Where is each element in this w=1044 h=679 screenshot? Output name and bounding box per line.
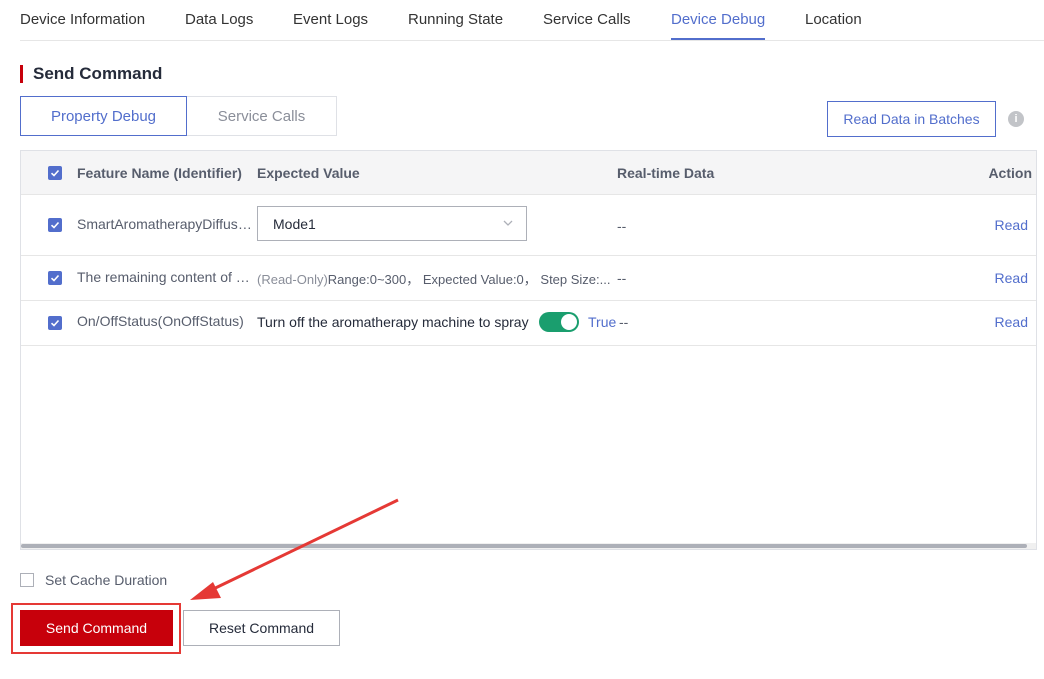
tab-data-logs[interactable]: Data Logs [185,11,253,29]
table-row: On/OffStatus(OnOffStatus) Turn off the a… [21,300,1036,346]
reset-command-button[interactable]: Reset Command [183,610,340,646]
cache-duration-label: Set Cache Duration [45,572,168,588]
subtab-property-debug[interactable]: Property Debug [20,96,187,136]
tab-service-calls[interactable]: Service Calls [543,11,631,29]
header-realtime-data: Real-time Data [617,165,715,181]
annotation-highlight-box [11,603,181,654]
row-checkbox[interactable] [48,271,62,285]
table-row: The remaining content of es... (Read-Onl… [21,255,1036,301]
read-link[interactable]: Read [995,314,1028,330]
check-icon [50,169,60,177]
read-link[interactable]: Read [995,217,1028,233]
top-tabs: Device Information Data Logs Event Logs … [20,0,1044,41]
cache-duration-option[interactable]: Set Cache Duration [20,572,167,588]
mode-select[interactable]: Mode1 [257,206,527,241]
active-tab-indicator [671,38,765,40]
realtime-value: -- [619,314,629,330]
readonly-label: (Read-Only) [257,272,328,287]
row-checkbox[interactable] [48,218,62,232]
header-feature-name: Feature Name (Identifier) [77,165,242,181]
cache-duration-checkbox[interactable] [20,573,34,587]
tab-running-state[interactable]: Running State [408,11,503,29]
toggle-knob [561,314,577,330]
read-link[interactable]: Read [995,270,1028,286]
realtime-value: -- [617,218,627,234]
onoff-toggle[interactable] [539,312,579,332]
tab-device-debug[interactable]: Device Debug [671,11,765,29]
feature-name: On/OffStatus(OnOffStatus) [77,313,244,329]
toggle-description: Turn off the aromatherapy machine to spr… [257,314,529,330]
range-text: Range:0~300， Expected Value:0， Step Size… [327,272,611,287]
check-icon [50,274,60,282]
feature-name: The remaining content of es... [77,269,253,285]
subtab-service-calls[interactable]: Service Calls [187,96,337,136]
section-title: Send Command [33,64,163,83]
check-icon [50,319,60,327]
table-header: Feature Name (Identifier) Expected Value… [21,151,1036,195]
expected-value-readonly: (Read-Only)Range:0~300， Expected Value:0… [257,269,613,288]
header-action: Action [988,165,1032,181]
chevron-down-icon [503,220,513,226]
header-expected-value: Expected Value [257,165,360,181]
section-accent-bar [20,65,23,83]
table-row: SmartAromatherapyDiffuser... Mode1 -- Re… [21,194,1036,256]
tab-device-information[interactable]: Device Information [20,11,145,29]
read-data-in-batches-button[interactable]: Read Data in Batches [827,101,996,137]
select-value: Mode1 [273,215,316,232]
select-all-checkbox[interactable] [48,166,62,180]
tab-location[interactable]: Location [805,11,862,29]
toggle-value: True [588,314,617,330]
feature-name: SmartAromatherapyDiffuser... [77,216,253,232]
check-icon [50,221,60,229]
realtime-value: -- [617,270,627,286]
info-icon[interactable]: i [1008,111,1024,127]
tab-event-logs[interactable]: Event Logs [293,11,368,29]
horizontal-scrollbar[interactable] [21,543,1036,549]
property-table: Feature Name (Identifier) Expected Value… [20,150,1037,550]
section-header: Send Command [20,64,162,84]
row-checkbox[interactable] [48,316,62,330]
scrollbar-thumb[interactable] [21,544,1027,548]
